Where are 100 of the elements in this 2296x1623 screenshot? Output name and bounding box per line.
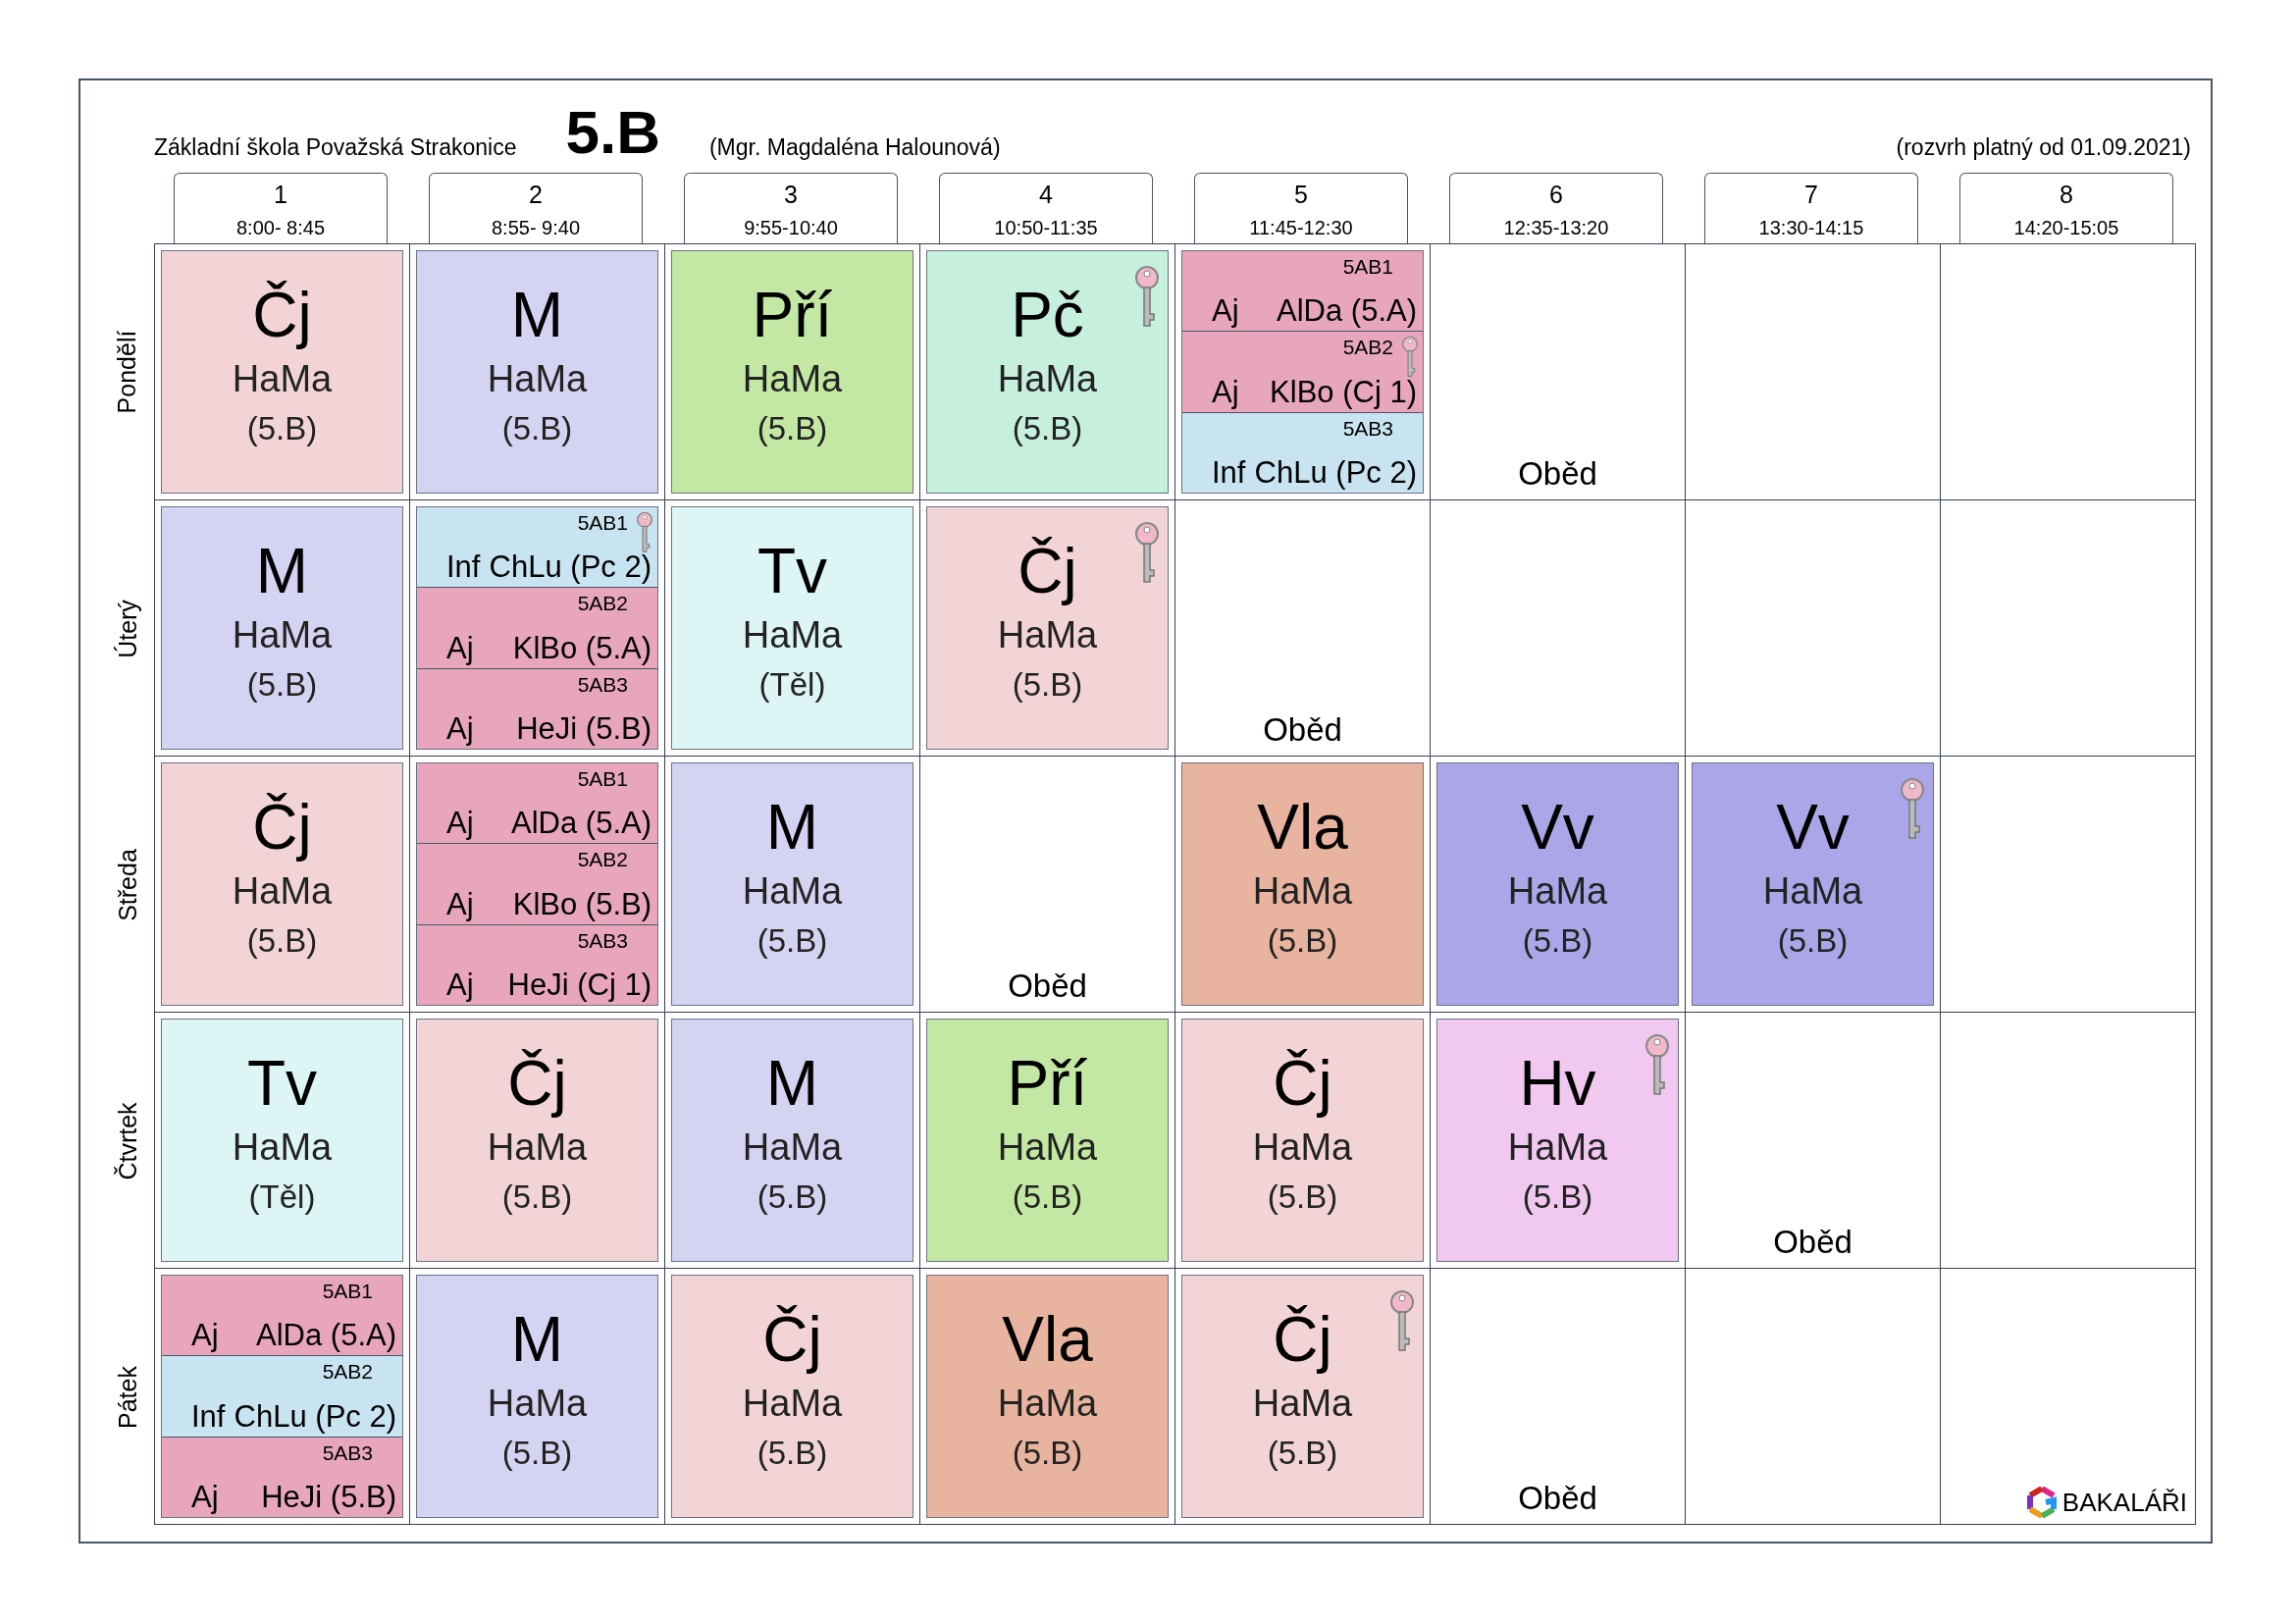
teacher-room-label: AlDa (5.A) <box>511 806 652 842</box>
teacher-label: HaMa <box>742 1382 843 1425</box>
group-label: 5AB1 <box>322 1280 373 1303</box>
group-label: 5AB2 <box>1342 336 1393 360</box>
period-number: 4 <box>1039 180 1053 209</box>
subject-label: Inf <box>191 1398 226 1435</box>
subject-label: Čj <box>507 1049 567 1118</box>
subject-label: Aj <box>191 1318 219 1354</box>
group-label: 5AB2 <box>322 1360 373 1385</box>
group-label: 5AB3 <box>577 672 628 697</box>
room-label: (5.B) <box>1777 922 1849 960</box>
teacher-name: (Mgr. Magdaléna Halounová) <box>708 133 1001 161</box>
period-number: 3 <box>784 180 798 209</box>
subject-label: Čj <box>1273 1305 1332 1374</box>
group-label: 5AB3 <box>577 928 628 953</box>
period-time: 11:45-12:30 <box>1249 216 1353 240</box>
period-time: 12:35-13:20 <box>1503 216 1609 240</box>
group-label: 5AB3 <box>1342 416 1393 441</box>
lunch-label: Oběd <box>1518 454 1597 494</box>
teacher-label: HaMa <box>1252 1126 1353 1169</box>
subject-label: Aj <box>446 711 474 747</box>
period-time: 9:55-10:40 <box>744 216 838 240</box>
teacher-room-label: AlDa (5.A) <box>256 1318 396 1354</box>
teacher-label: HaMa <box>742 613 843 656</box>
room-label: (5.B) <box>757 1435 828 1472</box>
subject-label: Aj <box>446 630 474 666</box>
subject-label: Čj <box>252 281 312 349</box>
lunch-label: Oběd <box>1518 1479 1597 1518</box>
subject-label: Pč <box>1011 281 1084 349</box>
room-label: (5.B) <box>246 666 318 704</box>
group-label: 5AB2 <box>577 592 628 616</box>
group-label: 5AB2 <box>577 848 628 872</box>
subject-label: M <box>510 281 564 349</box>
teacher-label: HaMa <box>997 1382 1098 1425</box>
subject-label: Inf <box>1212 455 1246 491</box>
subject-label: Tv <box>757 537 828 605</box>
teacher-room-label: AlDa (5.A) <box>1277 293 1417 330</box>
day-label: Pondělí <box>112 330 142 413</box>
room-label: (5.B) <box>246 410 318 447</box>
subject-label: Tv <box>246 1049 318 1118</box>
teacher-label: HaMa <box>1252 1382 1353 1425</box>
subject-label: Vla <box>1257 793 1348 862</box>
room-label: (5.B) <box>1267 922 1338 960</box>
period-number: 5 <box>1294 180 1308 209</box>
subject-label: Pří <box>1007 1049 1088 1118</box>
period-number: 2 <box>529 180 543 209</box>
period-time: 8:55- 9:40 <box>491 216 581 240</box>
subject-label: M <box>765 1049 819 1118</box>
room-label: (5.B) <box>757 1178 828 1216</box>
subject-label: Vv <box>1776 793 1850 862</box>
subject-label: Pří <box>752 281 833 349</box>
group-label: 5AB3 <box>322 1440 373 1465</box>
subject-label: M <box>510 1305 564 1374</box>
teacher-room-label: HeJi (5.B) <box>261 1480 396 1515</box>
room-label: (5.B) <box>1012 1178 1083 1216</box>
teacher-label: HaMa <box>487 1126 588 1169</box>
teacher-label: HaMa <box>232 357 333 400</box>
subject-label: Aj <box>1212 293 1239 330</box>
room-label: (Těl) <box>758 666 826 704</box>
teacher-label: HaMa <box>1252 869 1353 913</box>
teacher-label: HaMa <box>1507 1126 1608 1169</box>
teacher-label: HaMa <box>1507 869 1608 913</box>
room-label: (5.B) <box>757 410 828 447</box>
teacher-room-label: KlBo (5.B) <box>512 886 652 922</box>
room-label: (5.B) <box>501 1178 573 1216</box>
teacher-label: HaMa <box>742 869 843 913</box>
room-label: (5.B) <box>1267 1435 1338 1472</box>
day-label: Středa <box>112 848 142 921</box>
subject-label: Hv <box>1519 1049 1596 1118</box>
room-label: (Těl) <box>248 1178 316 1216</box>
subject-label: Vla <box>1002 1305 1093 1374</box>
teacher-label: HaMa <box>232 869 333 913</box>
period-time: 8:00- 8:45 <box>235 216 326 240</box>
period-number: 7 <box>1804 180 1818 209</box>
teacher-label: HaMa <box>487 357 588 400</box>
room-label: (5.B) <box>246 922 318 960</box>
subject-label: Čj <box>1273 1049 1332 1118</box>
teacher-label: HaMa <box>742 1126 843 1169</box>
room-label: (5.B) <box>1012 666 1083 704</box>
valid-from-label: (rozvrh platný od 01.09.2021) <box>1896 133 2191 161</box>
day-label: Pátek <box>112 1365 142 1429</box>
teacher-room-label: HeJi (Cj 1) <box>507 968 652 1003</box>
teacher-label: HaMa <box>742 357 843 400</box>
day-label: Čtvrtek <box>112 1101 142 1180</box>
teacher-room-label: KlBo (5.A) <box>512 630 652 666</box>
room-label: (5.B) <box>1522 922 1593 960</box>
subject-label: Čj <box>762 1305 822 1374</box>
teacher-label: HaMa <box>997 357 1098 400</box>
teacher-label: HaMa <box>232 1126 333 1169</box>
period-number: 1 <box>274 180 287 209</box>
subject-label: Aj <box>446 968 474 1003</box>
subject-label: Čj <box>1018 537 1077 605</box>
group-label: 5AB1 <box>577 511 628 535</box>
subject-label: Vv <box>1521 793 1594 862</box>
subject-label: Aj <box>191 1480 219 1515</box>
room-label: (5.B) <box>1012 1435 1083 1472</box>
day-label: Úterý <box>112 599 142 658</box>
room-label: (5.B) <box>1012 410 1083 447</box>
room-label: (5.B) <box>757 922 828 960</box>
teacher-room-label: KlBo (Cj 1) <box>1270 374 1417 410</box>
